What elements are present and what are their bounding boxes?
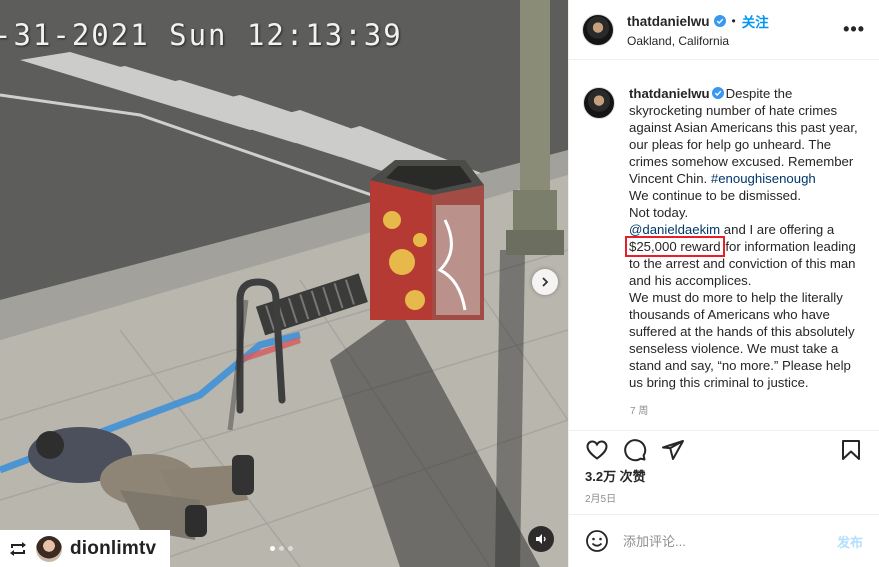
caption-line: crimes somehow excused. Remember bbox=[629, 154, 854, 169]
caption-line: to the arrest and conviction of this man bbox=[629, 256, 856, 271]
post-actions bbox=[569, 430, 879, 468]
send-icon bbox=[662, 439, 684, 460]
like-count[interactable]: 3.2万 次赞 bbox=[585, 466, 646, 485]
caption-line: stand and say, “no more.” Please help bbox=[629, 358, 851, 373]
chevron-right-icon bbox=[542, 277, 549, 287]
follow-button[interactable]: 关注 bbox=[742, 11, 769, 31]
post-date[interactable]: 2月5日 bbox=[585, 490, 616, 505]
more-options-icon[interactable]: ••• bbox=[843, 19, 865, 40]
caption-line: against Asian Americans this past year, bbox=[629, 120, 858, 135]
caption-time-ago[interactable]: 7 周 bbox=[630, 402, 871, 417]
save-button[interactable] bbox=[839, 438, 863, 462]
comment-input[interactable] bbox=[623, 533, 837, 549]
comment-button[interactable] bbox=[623, 438, 647, 462]
repost-avatar[interactable] bbox=[36, 535, 62, 562]
sound-toggle-button[interactable] bbox=[528, 526, 554, 552]
comments-area: thatdanielwu Despite the skyrocketing num… bbox=[569, 61, 879, 429]
caption-line: Not today. bbox=[629, 205, 689, 220]
author-avatar[interactable] bbox=[582, 13, 614, 46]
caption-avatar[interactable] bbox=[583, 87, 615, 119]
caption-line: for information leading bbox=[721, 239, 856, 254]
header-line: thatdanielwu • 关注 bbox=[627, 11, 843, 31]
caption-line: Despite the bbox=[725, 86, 793, 101]
caption-line: and his accomplices. bbox=[629, 273, 752, 288]
surveillance-video-frame bbox=[0, 0, 568, 567]
caption-line: suffered at the hands of this absolutely bbox=[629, 324, 855, 339]
post-header: thatdanielwu • 关注 Oakland, California ••… bbox=[569, 0, 879, 60]
smiley-icon bbox=[586, 530, 608, 552]
post-side-panel: thatdanielwu • 关注 Oakland, California ••… bbox=[568, 0, 879, 567]
carousel-dots bbox=[270, 546, 293, 551]
caption-line: our pleas for help go unheard. The bbox=[629, 137, 832, 152]
speaker-icon bbox=[536, 534, 546, 544]
repost-icon bbox=[8, 541, 28, 557]
add-comment-bar: 发布 bbox=[569, 514, 879, 567]
post-media[interactable]: -31-2021 Sun 12:13:39 dionlimtv bbox=[0, 0, 568, 567]
caption-line: We continue to be dismissed. bbox=[629, 188, 802, 203]
caption-line: us bring this criminal to justice. bbox=[629, 375, 809, 390]
next-media-button[interactable] bbox=[532, 269, 558, 295]
header-separator: • bbox=[731, 14, 736, 28]
reward-highlight: $25,000 reward bbox=[625, 236, 725, 257]
caption-username[interactable]: thatdanielwu bbox=[629, 86, 710, 101]
verified-badge-icon bbox=[711, 87, 724, 99]
mention-link[interactable]: @danieldaekim bbox=[629, 222, 720, 237]
verified-badge-icon bbox=[713, 15, 726, 27]
camera-timestamp: -31-2021 Sun 12:13:39 bbox=[0, 18, 403, 52]
instagram-post: -31-2021 Sun 12:13:39 dionlimtv thatdani… bbox=[0, 0, 879, 567]
caption-vincent-chin: Vincent Chin. bbox=[629, 171, 708, 186]
caption-line: We must do more to help the literally bbox=[629, 290, 843, 305]
caption-line: senseless violence. We must take a bbox=[629, 341, 839, 356]
carousel-dot bbox=[270, 546, 275, 551]
carousel-dot bbox=[279, 546, 284, 551]
post-caption: thatdanielwu Despite the skyrocketing num… bbox=[583, 85, 871, 391]
author-username[interactable]: thatdanielwu bbox=[627, 14, 710, 29]
comment-icon bbox=[624, 438, 647, 461]
caption-line: thousands of Americans who have bbox=[629, 307, 830, 322]
post-location[interactable]: Oakland, California bbox=[627, 34, 843, 48]
hashtag-link[interactable]: #enoughisenough bbox=[711, 171, 816, 186]
caption-line: skyrocketing number of hate crimes bbox=[629, 103, 838, 118]
emoji-button[interactable] bbox=[585, 529, 609, 553]
repost-credit: dionlimtv bbox=[0, 530, 170, 567]
like-button[interactable] bbox=[585, 438, 609, 462]
bookmark-icon bbox=[842, 439, 860, 460]
caption-line: and I are offering a bbox=[720, 222, 835, 237]
carousel-dot bbox=[288, 546, 293, 551]
heart-icon bbox=[586, 439, 608, 460]
caption-text: thatdanielwu Despite the skyrocketing num… bbox=[625, 85, 869, 391]
share-button[interactable] bbox=[661, 438, 685, 462]
header-text: thatdanielwu • 关注 Oakland, California bbox=[627, 11, 843, 49]
repost-username[interactable]: dionlimtv bbox=[70, 538, 156, 560]
post-comment-button[interactable]: 发布 bbox=[837, 532, 863, 551]
